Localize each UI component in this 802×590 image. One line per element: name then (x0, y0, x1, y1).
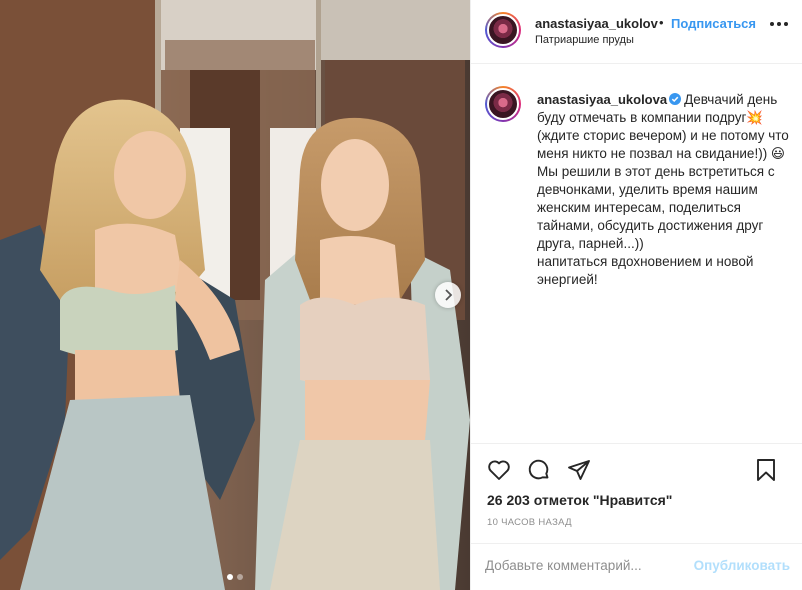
instagram-post: anastasiyaa_ukolov • Подписаться Патриар… (0, 0, 802, 590)
caption: anastasiyaa_ukolova Девчачий день буду от… (485, 86, 789, 289)
heart-icon[interactable] (487, 458, 511, 482)
post-media[interactable] (0, 0, 470, 590)
carousel-dot-1 (227, 574, 233, 580)
post-side-panel: anastasiyaa_ukolov • Подписаться Патриар… (470, 0, 802, 590)
likes-count[interactable]: 26 203 отметок "Нравится" (487, 492, 672, 508)
verified-badge-icon (669, 93, 682, 105)
location-link[interactable]: Патриаршие пруды (535, 34, 634, 46)
more-options-icon[interactable] (770, 22, 788, 26)
carousel-indicator (0, 574, 470, 580)
action-icons (487, 458, 787, 484)
bookmark-icon[interactable] (755, 458, 777, 482)
follow-button[interactable]: Подписаться (671, 16, 756, 31)
caption-username[interactable]: anastasiyaa_ukolova (537, 92, 667, 107)
avatar[interactable] (485, 12, 521, 48)
comment-bar: Опубликовать (471, 543, 802, 590)
post-photo (0, 0, 470, 590)
action-bar: 26 203 отметок "Нравится" 10 ЧАСОВ НАЗАД (471, 443, 802, 528)
publish-button[interactable]: Опубликовать (694, 558, 790, 573)
comment-input[interactable] (485, 558, 675, 573)
separator-dot: • (659, 15, 664, 30)
paper-plane-icon[interactable] (567, 458, 591, 482)
carousel-dot-2 (237, 574, 243, 580)
caption-text-block: anastasiyaa_ukolova Девчачий день буду от… (537, 86, 789, 289)
chevron-right-icon (445, 289, 453, 301)
caption-body: Девчачий день буду отмечать в компании п… (537, 92, 789, 287)
post-timestamp[interactable]: 10 ЧАСОВ НАЗАД (487, 517, 572, 528)
caption-avatar[interactable] (485, 86, 521, 122)
post-header: anastasiyaa_ukolov • Подписаться Патриар… (471, 0, 802, 64)
carousel-next-button[interactable] (435, 282, 461, 308)
comment-bubble-icon[interactable] (527, 458, 551, 482)
header-username[interactable]: anastasiyaa_ukolov (535, 16, 658, 31)
